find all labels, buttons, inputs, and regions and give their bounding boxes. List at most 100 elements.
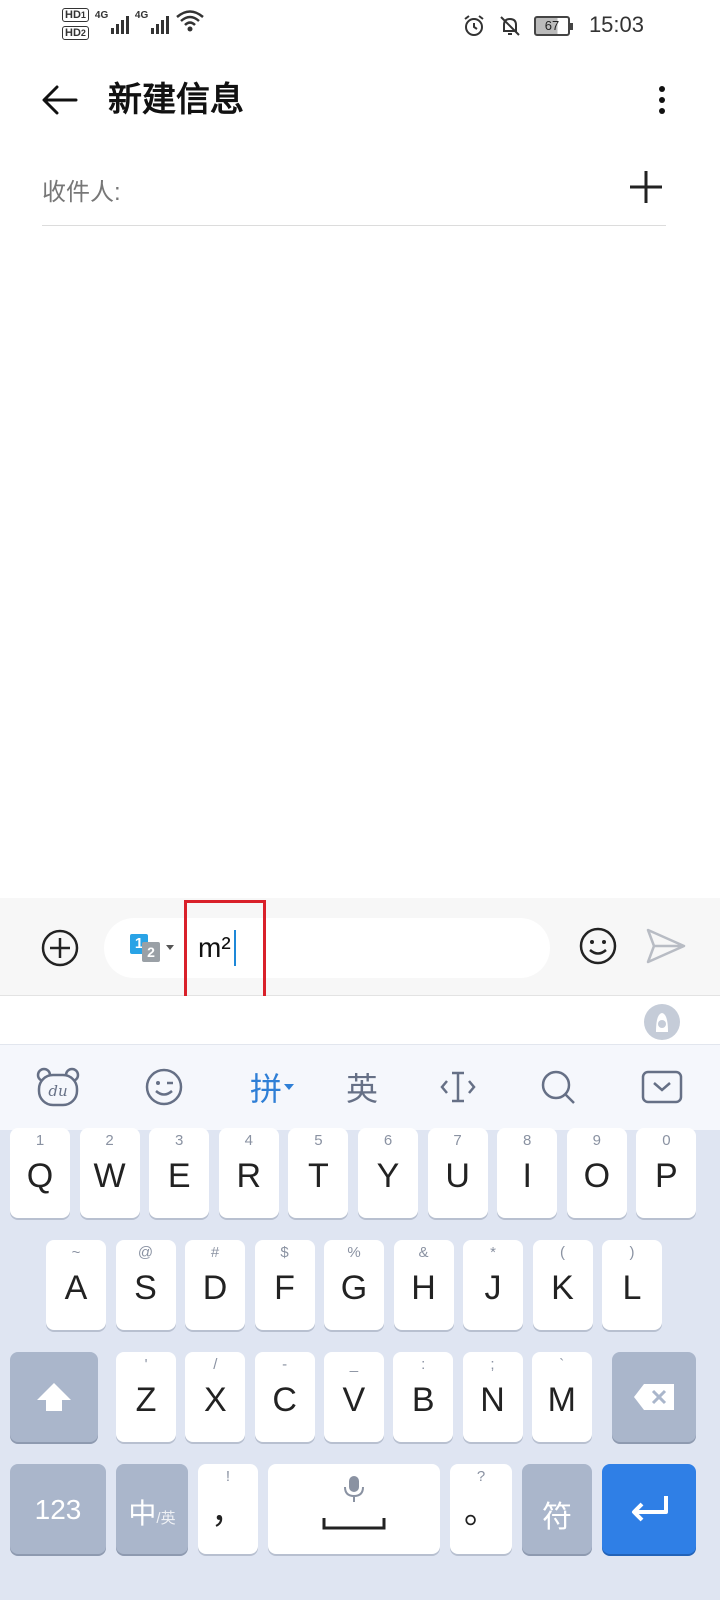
more-options-button[interactable] <box>648 78 676 122</box>
keyboard-search-button[interactable] <box>536 1065 580 1109</box>
key-n[interactable]: ; N <box>462 1352 523 1442</box>
key-sub-label: ~ <box>71 1244 81 1261</box>
key-z[interactable]: ' Z <box>116 1352 176 1442</box>
highlight-box <box>184 900 266 1000</box>
key-m[interactable]: ` M <box>531 1352 592 1442</box>
key-h[interactable]: & H <box>393 1240 454 1330</box>
back-button[interactable] <box>38 78 82 122</box>
key-main-label: G <box>340 1269 368 1307</box>
add-recipient-button[interactable] <box>626 164 666 210</box>
key-sub-label: 0 <box>662 1132 671 1149</box>
key-x[interactable]: / X <box>185 1352 246 1442</box>
send-button[interactable] <box>644 926 688 966</box>
key-p[interactable]: 0P <box>636 1128 697 1218</box>
key-o[interactable]: 9O <box>566 1128 627 1218</box>
space-key[interactable] <box>268 1464 440 1554</box>
key-main-label: D <box>202 1269 228 1307</box>
enter-icon <box>632 1496 668 1522</box>
wifi-icon <box>176 10 204 32</box>
key-main-label: F <box>274 1269 295 1307</box>
keyboard-emoji-button[interactable] <box>142 1065 186 1109</box>
emoji-button[interactable] <box>578 926 618 966</box>
key-main-label: S <box>134 1269 157 1307</box>
key-b[interactable]: :B <box>393 1352 454 1442</box>
assistant-icon[interactable] <box>644 1004 680 1040</box>
pinyin-mode-button[interactable]: 拼 <box>242 1065 302 1109</box>
app-bar: 新建信息 <box>0 64 720 136</box>
key-l[interactable]: ) L <box>602 1240 662 1330</box>
key-w[interactable]: 2W <box>79 1128 140 1218</box>
sim2-network: 4G <box>134 10 149 21</box>
signal-icon: 4G <box>95 8 129 36</box>
key-i[interactable]: 8I <box>497 1128 558 1218</box>
key-sub-label: ) <box>629 1244 635 1261</box>
key-c[interactable]: -C <box>254 1352 315 1442</box>
arrow-left-icon <box>42 85 78 115</box>
status-time: 15:03 <box>588 12 644 37</box>
key-sub-label: # <box>210 1244 220 1261</box>
key-sub-label: : <box>421 1356 426 1373</box>
text-cursor-icon <box>440 1071 476 1103</box>
hd1-badge: HD1 <box>62 8 89 22</box>
space-icon <box>322 1518 386 1530</box>
key-main-label: Y <box>376 1157 400 1195</box>
key-sub-label: 7 <box>453 1132 462 1149</box>
status-right: 67 <box>462 14 573 38</box>
comma-sub: ! <box>225 1468 231 1485</box>
key-u[interactable]: 7U <box>427 1128 488 1218</box>
language-switch-key[interactable]: 中/英 <box>116 1464 188 1554</box>
recipient-row: 收件人: <box>42 160 666 226</box>
hd-indicators: HD1 HD 2 <box>62 8 89 40</box>
key-sub-label: 9 <box>592 1132 601 1149</box>
key-r[interactable]: 4R <box>218 1128 279 1218</box>
key-y[interactable]: 6Y <box>358 1128 418 1218</box>
comma-key[interactable]: ! ， <box>198 1464 258 1554</box>
key-s[interactable]: @ S <box>115 1240 176 1330</box>
number-key-label: 123 <box>34 1494 82 1525</box>
key-sub-label: ` <box>559 1356 565 1373</box>
period-key[interactable]: ? 。 <box>450 1464 512 1554</box>
key-main-label: V <box>342 1381 366 1419</box>
key-d[interactable]: # D <box>185 1240 245 1330</box>
key-main-label: U <box>445 1157 470 1195</box>
pinyin-label: 拼 <box>249 1071 282 1107</box>
key-main-label: A <box>64 1269 88 1307</box>
cursor-edit-button[interactable] <box>436 1065 480 1109</box>
signal-icon: 4G <box>135 8 169 36</box>
hd1-text: HD <box>65 9 81 21</box>
key-g[interactable]: % G <box>324 1240 384 1330</box>
message-input[interactable]: 1 2 m² <box>104 900 550 1000</box>
hd2-sub: 2 <box>80 28 86 38</box>
battery-icon: 67 <box>534 16 573 36</box>
symbol-key[interactable]: 符 <box>522 1464 592 1554</box>
recipient-input[interactable] <box>142 164 602 214</box>
number-key[interactable]: 123 <box>10 1464 106 1554</box>
key-sub-label: 3 <box>175 1132 184 1149</box>
bear-icon: du <box>36 1067 80 1107</box>
key-q[interactable]: 1Q <box>10 1128 70 1218</box>
microphone-icon <box>344 1476 364 1502</box>
alarm-icon <box>464 15 484 36</box>
sim-select-icon[interactable]: 1 2 <box>130 934 174 964</box>
sim1-network: 4G <box>94 10 109 21</box>
key-e[interactable]: 3E <box>149 1128 210 1218</box>
period-sub: ? <box>476 1468 486 1485</box>
key-t[interactable]: 5T <box>288 1128 349 1218</box>
wink-icon <box>145 1068 183 1106</box>
key-v[interactable]: _ V <box>323 1352 384 1442</box>
key-sub-label: 5 <box>314 1132 323 1149</box>
enter-key[interactable] <box>602 1464 696 1554</box>
key-f[interactable]: $ F <box>254 1240 315 1330</box>
key-j[interactable]: * J <box>463 1240 523 1330</box>
key-main-label: X <box>203 1381 227 1419</box>
baidu-logo-button[interactable]: du <box>34 1065 82 1109</box>
english-mode-button[interactable]: 英 <box>340 1065 384 1109</box>
hide-keyboard-button[interactable] <box>640 1065 684 1109</box>
attachment-button[interactable] <box>40 928 80 968</box>
key-k[interactable]: (K <box>532 1240 593 1330</box>
key-sub-label: $ <box>280 1244 289 1261</box>
shift-key[interactable] <box>10 1352 98 1442</box>
key-a[interactable]: ~ A <box>46 1240 106 1330</box>
key-main-label: H <box>411 1269 436 1307</box>
backspace-key[interactable] <box>612 1352 696 1442</box>
